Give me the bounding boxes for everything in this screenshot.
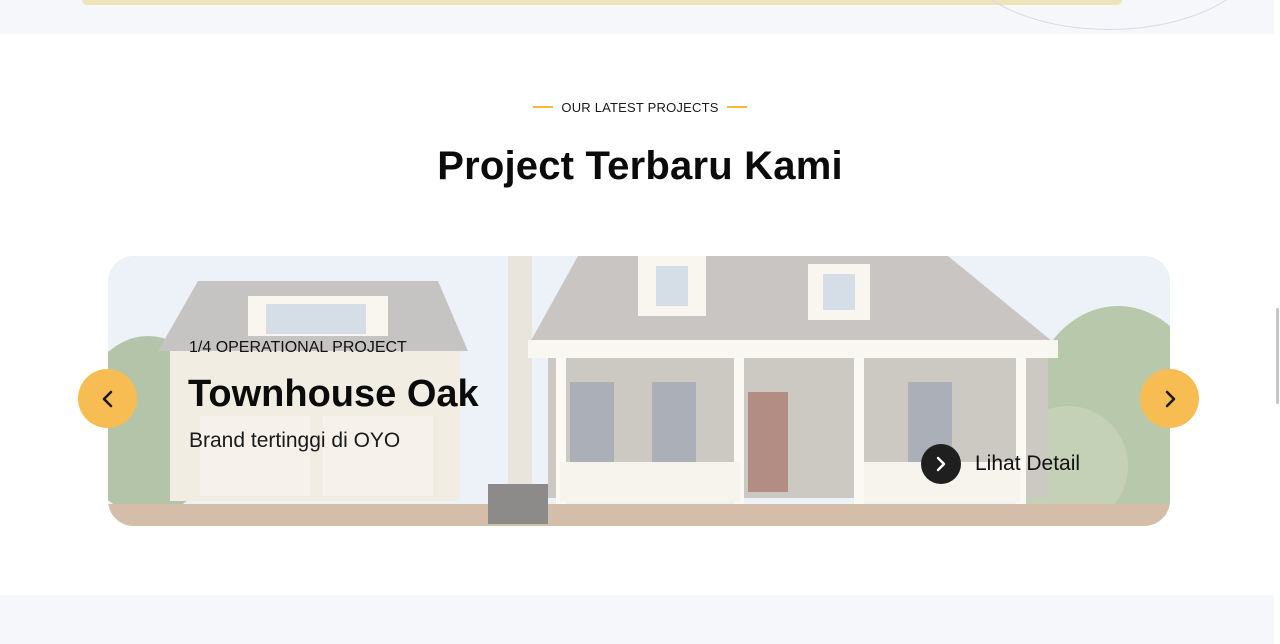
scrollbar-thumb[interactable] bbox=[1276, 308, 1279, 404]
project-description: Brand tertinggi di OYO bbox=[189, 429, 401, 452]
section-title: Project Terbaru Kami bbox=[437, 144, 843, 188]
carousel-prev-button[interactable] bbox=[78, 369, 137, 428]
detail-circle bbox=[921, 444, 961, 484]
previous-section-edge bbox=[0, 0, 1280, 34]
view-detail-label: Lihat Detail bbox=[975, 452, 1081, 475]
project-title: Townhouse Oak bbox=[188, 373, 479, 415]
section-eyebrow: OUR LATEST PROJECTS bbox=[0, 98, 1280, 116]
search-bar-edge bbox=[82, 0, 1122, 5]
carousel-next-button[interactable] bbox=[1140, 369, 1199, 428]
eyebrow-line-right bbox=[726, 106, 747, 108]
chevron-right-icon bbox=[1165, 390, 1175, 407]
eyebrow-line-left bbox=[533, 106, 554, 108]
project-card: 1/4 OPERATIONAL PROJECT Townhouse Oak Br… bbox=[108, 256, 1170, 526]
decorative-arc bbox=[958, 0, 1260, 30]
view-detail-link[interactable]: Lihat Detail bbox=[921, 444, 1080, 484]
slide-counter: 1/4 OPERATIONAL PROJECT bbox=[189, 339, 407, 356]
next-section-edge bbox=[0, 595, 1274, 644]
chevron-left-icon bbox=[102, 390, 112, 407]
chevron-right-icon bbox=[936, 456, 946, 472]
eyebrow-text: OUR LATEST PROJECTS bbox=[561, 99, 719, 115]
scrollbar[interactable] bbox=[1274, 0, 1280, 644]
